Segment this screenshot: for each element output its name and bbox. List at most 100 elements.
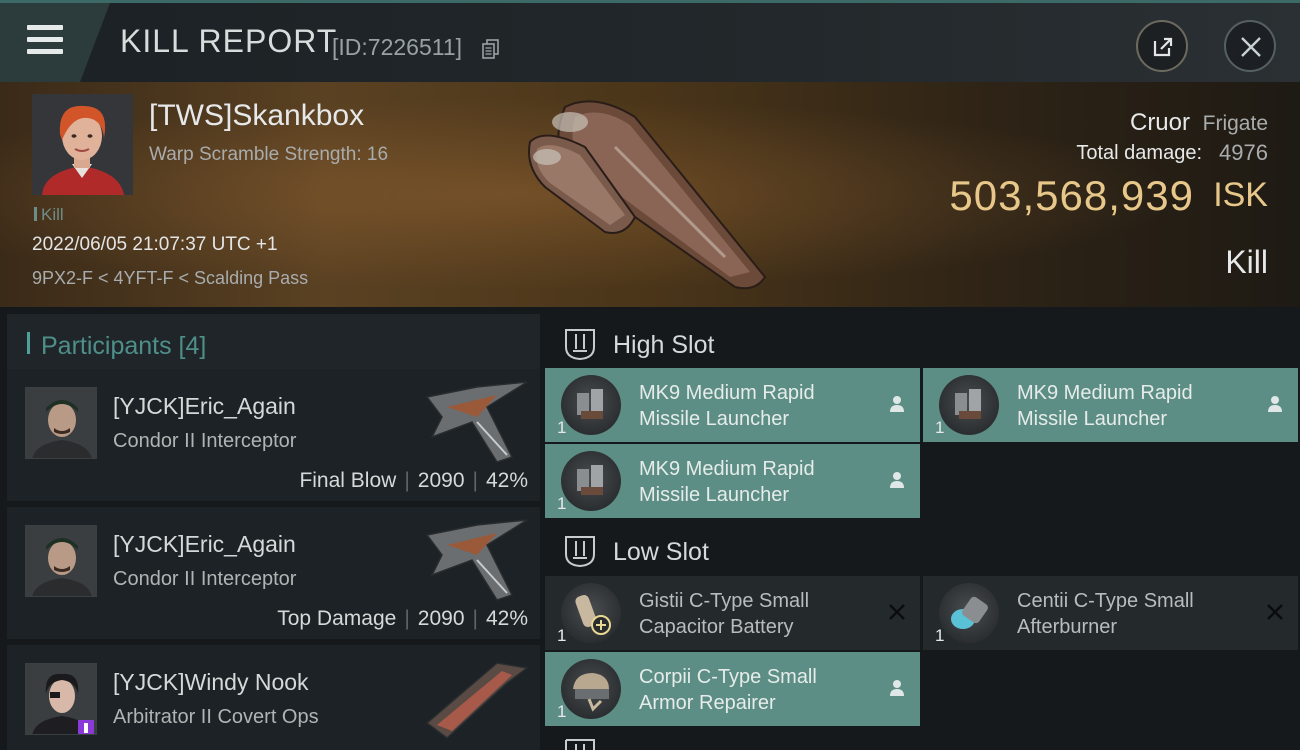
module-name-line1: MK9 Medium Rapid [1017,382,1193,404]
person-icon [890,396,904,412]
high-slot-title: High Slot [613,331,715,359]
module-name-line2: Missile Launcher [639,484,790,506]
hamburger-menu-icon[interactable] [27,25,63,55]
participant-ship-image [425,381,528,463]
module-name-line1: MK9 Medium Rapid [639,382,815,404]
close-icon [1241,37,1261,57]
module-name-line2: Missile Launcher [1017,408,1168,430]
person-icon [1268,396,1282,412]
participant-card[interactable]: [YJCK]Eric_Again Condor II Interceptor F… [7,369,540,501]
participant-ship: Condor II Interceptor [113,568,297,590]
total-damage-label: Total damage: [1076,142,1202,164]
participant-ship-image [425,519,528,601]
module-card[interactable]: 1 Corpii C-Type Small Armor Repairer [545,652,920,726]
module-quantity: 1 [935,418,945,437]
destroyed-x-icon [1267,604,1283,620]
module-name: MK9 Medium Rapid Missile Launcher [1017,380,1247,432]
afterburner-icon [939,583,999,643]
module-name-line1: Gistii C-Type Small [639,590,810,612]
victim-ship-name[interactable]: Cruor [1130,109,1190,137]
capacitor-battery-icon [561,583,621,643]
module-card[interactable]: 1 Centii C-Type Small Afterburner [923,576,1298,650]
fitting-panel: High Slot 1 MK9 Medium Rapid Missile Lau… [545,307,1300,750]
high-slot-header: High Slot [545,311,1300,371]
total-damage-value: 4976 [1219,140,1268,165]
kill-tag: Kill [34,205,64,225]
warp-scramble-strength: Warp Scramble Strength: 16 [149,144,389,165]
module-name-line2: Missile Launcher [639,408,790,430]
module-name-line1: MK9 Medium Rapid [639,458,815,480]
module-card[interactable]: 1 MK9 Medium Rapid Missile Launcher [923,368,1298,442]
participant-card[interactable]: [YJCK]Eric_Again Condor II Interceptor T… [7,507,540,639]
person-icon [890,680,904,696]
kill-location[interactable]: 9PX2-F < 4YFT-F < Scalding Pass [32,268,308,289]
kill-datetime: 2022/06/05 21:07:37 UTC +1 [32,234,278,255]
participant-portrait [25,525,97,597]
module-card[interactable]: 1 MK9 Medium Rapid Missile Launcher [545,444,920,518]
isk-value: 503,568,939 [949,172,1194,219]
module-name: MK9 Medium Rapid Missile Launcher [639,380,869,432]
mid-slot-icon [565,739,595,750]
participants-title: Participants [4] [41,332,207,360]
isk-unit: ISK [1213,176,1268,214]
close-button[interactable] [1224,20,1276,72]
participants-panel: Participants [4] [YJCK]Eric_Again Condor… [0,307,545,750]
participant-damage: 2090 [417,469,465,492]
victim-ship-image [528,100,767,290]
victim-ship-class: Frigate [1202,112,1268,135]
participant-ship: Arbitrator II Covert Ops [113,706,319,728]
participant-percent: 42% [485,469,528,492]
module-name-line2: Capacitor Battery [639,616,794,638]
low-slot-icon [565,536,595,568]
participant-damage: 2090 [417,607,465,630]
page-title: KILL REPORT [120,23,338,59]
module-name: Centii C-Type Small Afterburner [1017,588,1247,640]
title-bar: KILL REPORT [ID:7226511] [0,0,1300,82]
module-quantity: 1 [557,702,567,721]
participant-name: [YJCK]Eric_Again [113,531,296,557]
module-quantity: 1 [557,626,567,645]
victim-banner: [TWS]Skankbox Warp Scramble Strength: 16… [0,82,1300,307]
module-quantity: 1 [557,494,567,513]
external-link-icon [1153,37,1173,57]
participant-ship-image [425,662,529,739]
participant-ship: Condor II Interceptor [113,430,297,452]
victim-name[interactable]: [TWS]Skankbox [149,99,364,133]
low-slot-header: Low Slot [545,518,1300,578]
module-name-line1: Centii C-Type Small [1017,590,1194,612]
participant-percent: 42% [485,607,528,630]
armor-repairer-icon [561,659,621,719]
module-name-line2: Armor Repairer [639,692,776,714]
menu-button[interactable] [0,3,110,82]
participant-stats: Top Damage | 2090 | 42% [277,607,528,630]
rapid-missile-launcher-icon [561,451,621,511]
participant-role: Final Blow [299,469,397,492]
module-name-line2: Afterburner [1017,616,1118,638]
low-slot-title: Low Slot [613,538,709,566]
participant-name: [YJCK]Eric_Again [113,393,296,419]
participant-portrait [25,663,97,735]
victim-portrait[interactable] [32,94,133,195]
participant-stats: Final Blow | 2090 | 42% [299,469,528,492]
kill-status: Kill [1225,244,1268,280]
module-name: MK9 Medium Rapid Missile Launcher [639,456,869,508]
participant-portrait [25,387,97,459]
module-card[interactable]: 1 MK9 Medium Rapid Missile Launcher [545,368,920,442]
kill-id: [ID:7226511] [332,34,463,60]
share-button[interactable] [1136,20,1188,72]
copy-icon[interactable] [482,39,500,59]
rapid-missile-launcher-icon [561,375,621,435]
rapid-missile-launcher-icon [939,375,999,435]
participants-header[interactable]: Participants [4] [7,314,540,372]
module-name-line1: Corpii C-Type Small [639,666,817,688]
participant-card[interactable]: [YJCK]Windy Nook Arbitrator II Covert Op… [7,645,540,750]
module-quantity: 1 [935,626,945,645]
participant-name: [YJCK]Windy Nook [113,669,309,695]
participant-role: Top Damage [277,607,397,630]
destroyed-x-icon [889,604,905,620]
module-name: Gistii C-Type Small Capacitor Battery [639,588,869,640]
high-slot-icon [565,329,595,361]
person-icon [890,472,904,488]
module-card[interactable]: 1 Gistii C-Type Small Capacitor Battery [545,576,920,650]
module-name: Corpii C-Type Small Armor Repairer [639,664,869,716]
